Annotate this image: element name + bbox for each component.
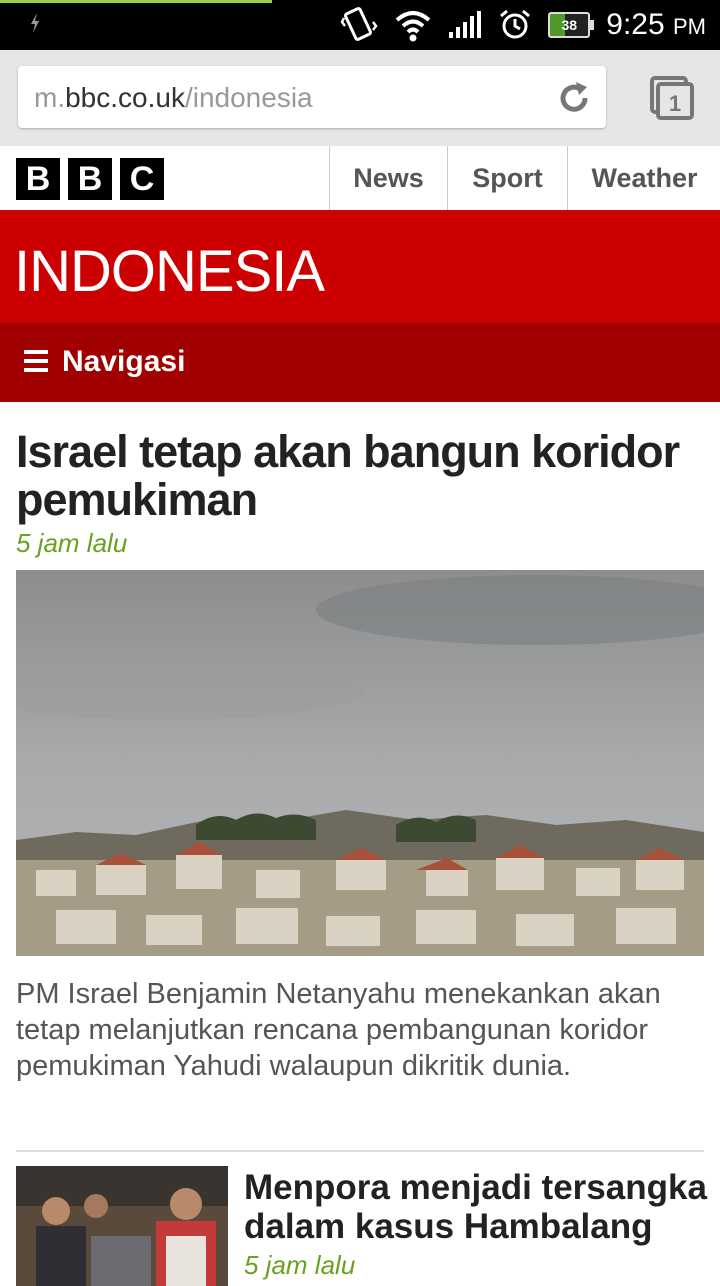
tabs-icon: 1 (650, 76, 694, 120)
nav-weather[interactable]: Weather (567, 146, 720, 210)
browser-toolbar: m.bbc.co.uk/indonesia 1 (0, 50, 720, 147)
reload-icon[interactable] (554, 78, 594, 118)
vibrate-icon (340, 6, 378, 44)
story-divider (16, 1150, 704, 1152)
tabs-button[interactable]: 1 (648, 74, 696, 122)
navigasi-label: Navigasi (62, 345, 186, 378)
battery-icon: 38 (548, 12, 595, 38)
section-title[interactable]: INDONESIA (14, 238, 325, 305)
clock: 9:25 PM (606, 8, 706, 41)
svg-text:1: 1 (669, 91, 681, 116)
usb-icon (31, 13, 39, 33)
alarm-icon (498, 8, 532, 42)
bbc-logo[interactable]: B B C (16, 158, 172, 200)
lead-story-summary: PM Israel Benjamin Netanyahu menekankan … (16, 978, 661, 1082)
bbc-header: B B C News Sport Weather (0, 146, 720, 211)
lead-story-image[interactable] (16, 570, 704, 956)
navigasi-menu-button[interactable]: Navigasi (0, 323, 720, 402)
nav-news[interactable]: News (329, 146, 447, 210)
section-banner: INDONESIA (0, 210, 720, 323)
menu-icon (24, 350, 48, 372)
story-thumbnail[interactable] (16, 1166, 228, 1286)
story-headline[interactable]: Menpora menjadi tersangka dalam kasus Ha… (244, 1168, 714, 1246)
nav-sport[interactable]: Sport (447, 146, 567, 210)
address-bar[interactable]: m.bbc.co.uk/indonesia (18, 66, 606, 128)
status-bar: 38 9:25 PM (0, 0, 720, 50)
url-text: m.bbc.co.uk/indonesia (34, 82, 313, 113)
wifi-icon (394, 8, 432, 42)
signal-icon (448, 10, 482, 40)
bbc-top-nav: News Sport Weather (329, 146, 720, 210)
story-time: 5 jam lalu (244, 1250, 356, 1280)
lead-story-headline[interactable]: Israel tetap akan bangun koridor pemukim… (16, 428, 706, 524)
lead-story-time: 5 jam lalu (16, 528, 128, 558)
page-load-progress (0, 0, 272, 3)
